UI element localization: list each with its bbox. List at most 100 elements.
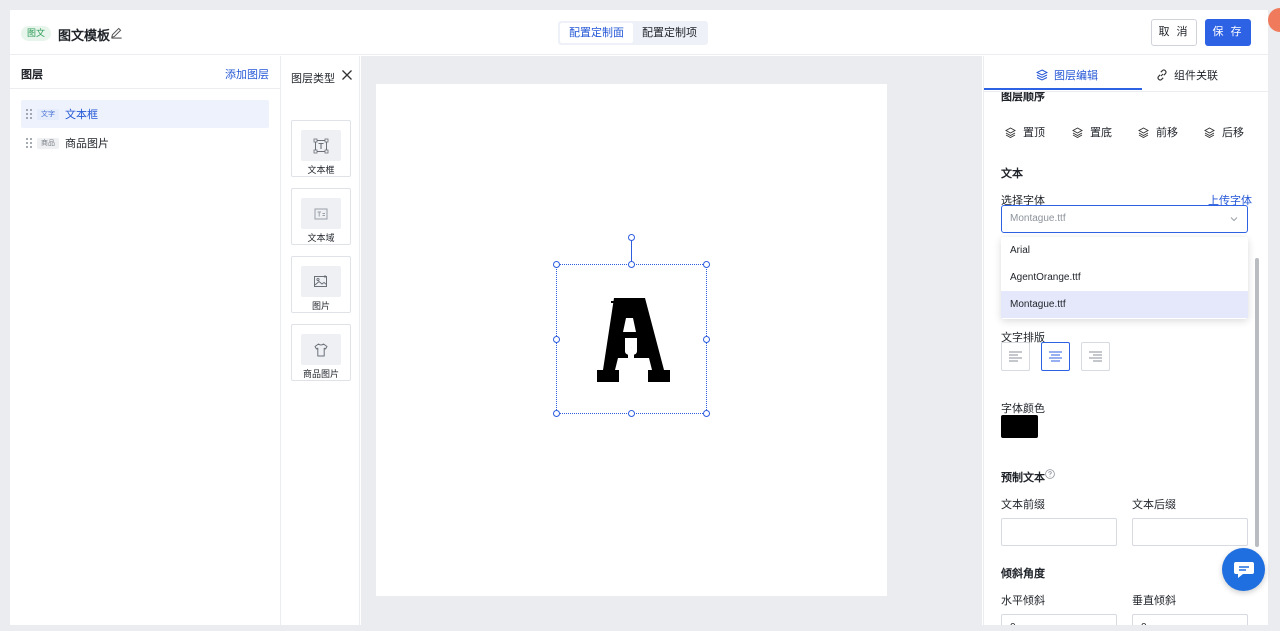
layer-type-image[interactable]: 图片 — [291, 256, 351, 313]
order-button-label: 后移 — [1222, 127, 1244, 139]
resize-handle-right[interactable] — [703, 336, 710, 343]
chat-support-button[interactable] — [1222, 548, 1265, 591]
image-icon — [314, 274, 327, 287]
notification-badge[interactable] — [1268, 8, 1280, 32]
chevron-down-icon — [1230, 217, 1238, 222]
text-layer-glyph: A — [597, 298, 670, 382]
font-dropdown: Arial AgentOrange.ttf Montague.ttf — [1001, 237, 1248, 319]
layer-type-label: 图片 — [311, 301, 330, 311]
font-select[interactable]: Montague.ttf — [1001, 205, 1248, 233]
vertical-skew-label: 垂直倾斜 — [1132, 595, 1176, 607]
order-button-label: 前移 — [1156, 127, 1178, 139]
horizontal-skew-input[interactable]: 0 — [1001, 614, 1117, 625]
layer-item-text-frame[interactable]: 文字 文本框 — [21, 100, 269, 128]
resize-handle-bottom[interactable] — [628, 410, 635, 417]
design-canvas[interactable]: A — [376, 84, 887, 596]
layers-panel-title: 图层 — [21, 69, 43, 81]
template-type-tag: 图文 — [21, 26, 52, 41]
align-right-icon — [1089, 351, 1102, 362]
font-color-label: 字体颜色 — [1001, 403, 1045, 415]
layer-types-panel: 图层类型 文本框 文本域 图片 商品图片 — [282, 56, 360, 625]
tab-layer-edit[interactable]: 图层编辑 — [1036, 67, 1098, 83]
tab-component-link[interactable]: 组件关联 — [1156, 67, 1218, 83]
layers-panel: 图层 添加图层 文字 文本框 商品 商品图片 — [10, 56, 281, 625]
tshirt-icon — [314, 343, 328, 356]
tab-config-surface[interactable]: 配置定制面 — [560, 23, 633, 43]
align-left-icon — [1009, 351, 1022, 362]
text-suffix-label: 文本后缀 — [1132, 499, 1176, 511]
resize-handle-bottom-right[interactable] — [703, 410, 710, 417]
resize-handle-top[interactable] — [628, 261, 635, 268]
skew-angle-title: 倾斜角度 — [1001, 568, 1045, 580]
layer-name: 文本框 — [65, 109, 98, 121]
layer-type-product-image[interactable]: 商品图片 — [291, 324, 351, 381]
rotate-handle[interactable] — [628, 234, 635, 241]
layer-type-text-area[interactable]: 文本域 — [291, 188, 351, 245]
tab-label: 组件关联 — [1174, 70, 1218, 82]
layer-item-product-image[interactable]: 商品 商品图片 — [21, 129, 269, 157]
resize-handle-left[interactable] — [553, 336, 560, 343]
layers-icon — [1036, 69, 1048, 81]
move-forward-button[interactable]: 前移 — [1138, 124, 1178, 140]
align-left-button[interactable] — [1001, 342, 1030, 371]
align-center-icon — [1049, 351, 1062, 362]
font-option[interactable]: Arial — [1001, 237, 1248, 264]
resize-handle-bottom-left[interactable] — [553, 410, 560, 417]
move-backward-button[interactable]: 后移 — [1204, 124, 1244, 140]
chat-bubble-icon — [1233, 561, 1254, 578]
font-select-value: Montague.ttf — [1010, 213, 1066, 224]
font-color-swatch[interactable] — [1001, 415, 1038, 438]
page-title: 图文模板 — [58, 28, 111, 43]
horizontal-skew-label: 水平倾斜 — [1001, 595, 1045, 607]
link-icon — [1157, 69, 1167, 81]
tab-config-items[interactable]: 配置定制项 — [633, 23, 706, 43]
top-bar: 图文 图文模板 配置定制面 配置定制项 取 消 保 存 — [10, 10, 1268, 55]
layer-type-label: 文本框 — [307, 165, 335, 175]
close-icon[interactable] — [341, 69, 353, 81]
properties-scrollbar[interactable] — [1255, 258, 1259, 547]
properties-tabs: 图层编辑 组件关联 — [984, 56, 1268, 92]
vertical-skew-input[interactable]: 0 — [1132, 614, 1248, 625]
cancel-button[interactable]: 取 消 — [1151, 19, 1197, 46]
add-layer-link[interactable]: 添加图层 — [225, 66, 269, 82]
canvas-area: A — [361, 56, 982, 625]
preset-text-title: 预制文本 — [1001, 472, 1045, 484]
bring-to-front-icon — [1005, 126, 1016, 138]
properties-panel: 图层编辑 组件关联 图层顺序 置顶 置底 前移 后移 文本 选择字体 上传字体 — [983, 56, 1268, 625]
layer-type-tag: 文字 — [37, 108, 59, 120]
resize-handle-top-left[interactable] — [553, 261, 560, 268]
active-tab-indicator — [984, 88, 1142, 90]
order-button-label: 置顶 — [1023, 127, 1045, 139]
layer-types-title: 图层类型 — [291, 73, 335, 85]
move-backward-icon — [1204, 126, 1215, 138]
drag-handle-icon[interactable] — [26, 137, 32, 149]
tab-label: 图层编辑 — [1054, 70, 1098, 82]
font-option-selected[interactable]: Montague.ttf — [1001, 291, 1248, 318]
text-prefix-input[interactable] — [1001, 518, 1117, 546]
layer-name: 商品图片 — [65, 138, 109, 150]
text-suffix-input[interactable] — [1132, 518, 1248, 546]
save-button[interactable]: 保 存 — [1205, 19, 1251, 46]
layer-type-text-frame[interactable]: 文本框 — [291, 120, 351, 177]
drag-handle-icon[interactable] — [26, 108, 32, 120]
config-segmented-control: 配置定制面 配置定制项 — [558, 21, 708, 45]
edit-title-icon[interactable] — [110, 26, 123, 39]
layer-type-tag: 商品 — [37, 137, 59, 149]
move-forward-icon — [1138, 126, 1149, 138]
help-icon[interactable] — [1045, 469, 1055, 479]
font-option[interactable]: AgentOrange.ttf — [1001, 264, 1248, 291]
layer-type-label: 商品图片 — [302, 369, 339, 379]
bring-to-front-button[interactable]: 置顶 — [1005, 124, 1045, 140]
layers-panel-header: 图层 添加图层 — [10, 56, 281, 89]
align-right-button[interactable] — [1081, 342, 1110, 371]
text-prefix-label: 文本前缀 — [1001, 499, 1045, 511]
align-center-button[interactable] — [1041, 342, 1070, 371]
send-to-back-button[interactable]: 置底 — [1072, 124, 1112, 140]
order-button-label: 置底 — [1090, 127, 1112, 139]
app-frame: 图文 图文模板 配置定制面 配置定制项 取 消 保 存 图层 添加图层 文字 文… — [10, 10, 1268, 625]
resize-handle-top-right[interactable] — [703, 261, 710, 268]
text-area-icon — [314, 208, 328, 219]
text-section-title: 文本 — [1001, 168, 1023, 180]
send-to-back-icon — [1072, 126, 1083, 138]
text-frame-icon — [313, 138, 329, 153]
